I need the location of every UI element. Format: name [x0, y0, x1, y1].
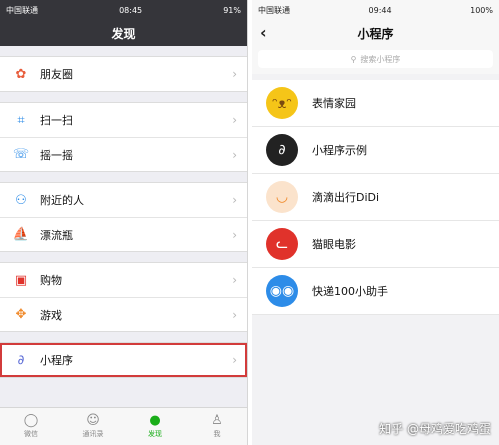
- menu-item-scan[interactable]: ⌗ 扫一扫 ›: [0, 103, 247, 137]
- back-arrow-icon[interactable]: ‹: [260, 23, 267, 42]
- page-title: 发现: [111, 26, 136, 41]
- menu-item-shake[interactable]: ☏ 摇一摇 ›: [0, 137, 247, 171]
- menu-group-moments: ✿ 朋友圈 ›: [0, 56, 247, 92]
- battery-label: 91%: [223, 5, 241, 15]
- mini-program-icon: ∂: [17, 352, 25, 368]
- menu-group-nearby: ⚇ 附近的人 › ⛵ 漂流瓶 ›: [0, 182, 247, 252]
- tab-me[interactable]: ♙ 我: [186, 408, 247, 445]
- moments-icon: ✿: [15, 66, 27, 82]
- chevron-right-icon: ›: [232, 353, 237, 367]
- list-item[interactable]: ∂ 小程序示例: [252, 127, 499, 174]
- tab-label: 我: [213, 430, 221, 438]
- list-item[interactable]: ◡ 滴滴出行DiDi: [252, 174, 499, 221]
- tab-bar: ◯ 微信 ☺ 通讯录 ● 发现 ♙ 我: [0, 407, 247, 445]
- list-item-label: 小程序示例: [312, 144, 367, 157]
- list-item[interactable]: ᵔᴥᵔ 表情家园: [252, 80, 499, 127]
- menu-item-label: 游戏: [40, 308, 62, 322]
- menu-item-people-nearby[interactable]: ⚇ 附近的人 ›: [0, 183, 247, 217]
- menu-item-label: 摇一摇: [40, 148, 73, 162]
- menu-item-mini-program[interactable]: ∂ 小程序 ›: [0, 343, 247, 377]
- contacts-icon: ☺: [86, 413, 100, 428]
- scan-icon: ⌗: [17, 112, 25, 128]
- menu-group-scan: ⌗ 扫一扫 › ☏ 摇一摇 ›: [0, 102, 247, 172]
- nav-bar: 发现: [0, 20, 247, 46]
- discover-screen: 中国联通 08:45 91% 发现 ✿ 朋友圈 › ⌗ 扫一扫 › ☏ 摇一摇 …: [0, 0, 248, 445]
- watermark: 知乎 @母鸡爱吃鸡蛋: [379, 422, 491, 436]
- menu-item-label: 扫一扫: [40, 114, 73, 127]
- carrier-label: 中国联通: [6, 5, 38, 15]
- list-item-label: 猫眼电影: [312, 238, 356, 251]
- tab-chats[interactable]: ◯ 微信: [0, 408, 62, 445]
- menu-item-moments[interactable]: ✿ 朋友圈 ›: [0, 57, 247, 91]
- tab-label: 发现: [148, 430, 162, 438]
- mini-program-screen: 中国联通 09:44 100% ‹ 小程序 ⚲ 搜索小程序 ᵔᴥᵔ 表情家园 ∂…: [252, 0, 499, 445]
- maoyan-icon: ᓚ: [266, 228, 298, 260]
- people-nearby-icon: ⚇: [15, 192, 27, 208]
- emoji-home-icon: ᵔᴥᵔ: [266, 87, 298, 119]
- menu-item-label: 小程序: [40, 354, 73, 367]
- clock: 08:45: [119, 5, 143, 15]
- menu-group-shopping: ▣ 购物 › ✥ 游戏 ›: [0, 262, 247, 332]
- me-icon: ♙: [211, 413, 223, 428]
- kuaidi100-icon: ◉◉: [266, 275, 298, 307]
- tab-label: 微信: [24, 430, 38, 438]
- tab-contacts[interactable]: ☺ 通讯录: [62, 408, 124, 445]
- chevron-right-icon: ›: [232, 307, 237, 322]
- chat-icon: ◯: [23, 413, 39, 428]
- menu-item-label: 漂流瓶: [40, 228, 73, 242]
- list-item[interactable]: ◉◉ 快递100小助手: [252, 268, 499, 315]
- chevron-right-icon: ›: [232, 67, 237, 81]
- menu-item-label: 朋友圈: [40, 68, 73, 81]
- status-bar: 中国联通 08:45 91%: [0, 0, 247, 20]
- search-placeholder: 搜索小程序: [360, 54, 401, 64]
- chevron-right-icon: ›: [232, 273, 237, 287]
- drift-bottle-icon: ⛵: [12, 227, 30, 242]
- list-item-label: 快递100小助手: [312, 285, 388, 298]
- clock: 09:44: [368, 5, 392, 15]
- list-item-label: 滴滴出行DiDi: [312, 191, 380, 204]
- chevron-right-icon: ›: [232, 147, 237, 162]
- shake-icon: ☏: [12, 147, 30, 162]
- search-container: ⚲ 搜索小程序: [252, 46, 499, 74]
- carrier-label: 中国联通: [258, 5, 290, 15]
- tab-discover[interactable]: ● 发现: [124, 408, 186, 445]
- status-bar: 中国联通 09:44 100%: [252, 0, 499, 20]
- menu-item-label: 附近的人: [40, 194, 84, 207]
- shopping-icon: ▣: [14, 272, 28, 288]
- menu-group-mini-program: ∂ 小程序 ›: [0, 342, 247, 378]
- chevron-right-icon: ›: [232, 113, 237, 127]
- discover-icon: ●: [149, 413, 161, 428]
- games-icon: ✥: [15, 307, 27, 322]
- chevron-right-icon: ›: [232, 227, 237, 242]
- search-icon: ⚲: [350, 54, 357, 64]
- didi-icon: ◡: [266, 181, 298, 213]
- menu-item-shopping[interactable]: ▣ 购物 ›: [0, 263, 247, 297]
- battery-label: 100%: [470, 5, 493, 15]
- list-item[interactable]: ᓚ 猫眼电影: [252, 221, 499, 268]
- list-item-label: 表情家园: [312, 97, 356, 110]
- search-input[interactable]: ⚲ 搜索小程序: [258, 50, 493, 68]
- nav-bar: ‹ 小程序: [252, 20, 499, 46]
- mini-program-demo-icon: ∂: [266, 134, 298, 166]
- tab-label: 通讯录: [82, 430, 104, 438]
- page-title: 小程序: [357, 26, 394, 41]
- menu-item-drift-bottle[interactable]: ⛵ 漂流瓶 ›: [0, 217, 247, 251]
- mini-program-list: ᵔᴥᵔ 表情家园 ∂ 小程序示例 ◡ 滴滴出行DiDi ᓚ 猫眼电影 ◉◉ 快递…: [252, 80, 499, 315]
- menu-item-label: 购物: [40, 274, 62, 287]
- chevron-right-icon: ›: [232, 193, 237, 207]
- menu-item-games[interactable]: ✥ 游戏 ›: [0, 297, 247, 331]
